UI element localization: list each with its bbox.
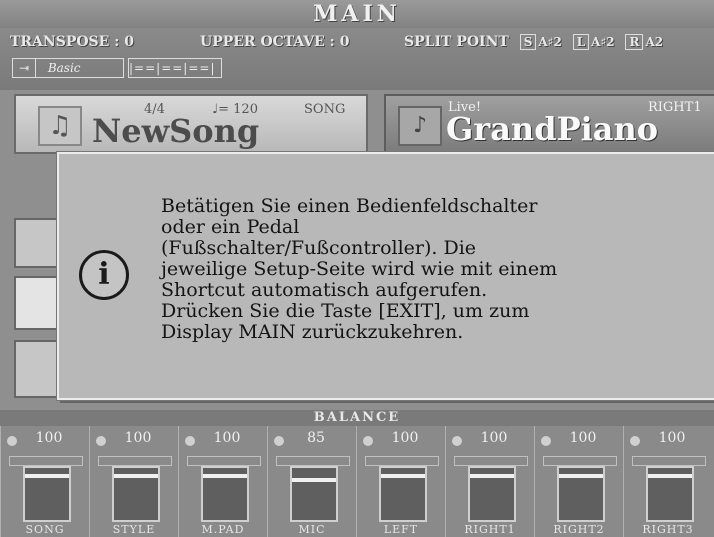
mixer-channel-left[interactable]: 100 LEFT [356, 426, 446, 537]
split-point-label: SPLIT POINT [404, 34, 509, 50]
split-point-readout: SPLIT POINT S A♯2 L A♯2 R A2 [404, 34, 663, 50]
info-icon: i [79, 250, 129, 300]
mixer-channel-right3[interactable]: 100 RIGHT3 [623, 426, 714, 537]
song-panel[interactable]: ♫ 4/4 ♩= 120 SONG NewSong [14, 94, 368, 154]
level-knob-icon [274, 436, 284, 446]
screen-title: MAIN [0, 0, 714, 29]
split-r-tag: R [625, 34, 644, 50]
channel-name: STYLE [112, 523, 156, 536]
fader-track [9, 456, 83, 466]
mixer-channel-style[interactable]: 100 STYLE [89, 426, 179, 537]
level-knob-icon [452, 436, 462, 446]
fader-box[interactable] [290, 466, 338, 522]
mode-segments: |==|==|==| [128, 58, 222, 78]
upper-octave-readout: UPPER OCTAVE : 0 [200, 34, 350, 50]
channel-name: M.PAD [201, 523, 245, 536]
fader-cap[interactable] [559, 474, 603, 478]
channel-value: 100 [658, 430, 686, 446]
dialog-line: Shortcut automatisch aufgerufen. [161, 279, 488, 301]
channel-value: 100 [124, 430, 152, 446]
level-knob-icon [541, 436, 551, 446]
dialog-line: Betätigen Sie einen Bedienfeldschalter [161, 195, 538, 217]
split-l-value: A♯2 [591, 35, 615, 49]
fader-track [276, 456, 350, 466]
left-panel-button-3[interactable] [14, 340, 58, 398]
channel-value: 100 [480, 430, 508, 446]
channel-name: LEFT [383, 523, 419, 536]
fader-track [365, 456, 439, 466]
split-l-tag: L [572, 34, 590, 50]
channel-name: RIGHT2 [553, 523, 605, 536]
fader-track [98, 456, 172, 466]
grand-piano-icon: ♪ [398, 106, 442, 146]
balance-mixer: 100 SONG 100 STYLE 100 M.PAD 85 MIC 100 … [0, 426, 714, 537]
mode-indicator[interactable]: ⇥ Basic [12, 58, 124, 78]
fader-cap[interactable] [292, 478, 336, 482]
mode-label: Basic [47, 61, 81, 75]
dialog-line: jeweilige Setup-Seite wird wie mit einem [161, 258, 558, 280]
mixer-channel-right2[interactable]: 100 RIGHT2 [534, 426, 624, 537]
fader-cap[interactable] [648, 474, 692, 478]
channel-name: RIGHT3 [642, 523, 694, 536]
fader-track [187, 456, 261, 466]
main-screen: MAIN TRANSPOSE : 0 UPPER OCTAVE : 0 SPLI… [0, 0, 714, 537]
split-r-value: A2 [645, 35, 664, 49]
mixer-channel-mpad[interactable]: 100 M.PAD [178, 426, 268, 537]
channel-name: RIGHT1 [464, 523, 516, 536]
level-knob-icon [630, 436, 640, 446]
mixer-channel-mic[interactable]: 85 MIC [267, 426, 357, 537]
transpose-readout: TRANSPOSE : 0 [10, 34, 134, 50]
dialog-line: oder ein Pedal [161, 216, 300, 238]
fader-cap[interactable] [203, 474, 247, 478]
level-knob-icon [96, 436, 106, 446]
song-name: NewSong [92, 112, 260, 150]
fader-track [543, 456, 617, 466]
channel-value: 100 [213, 430, 241, 446]
split-s-tag: S [519, 34, 537, 50]
channel-value: 100 [391, 430, 419, 446]
fader-cap[interactable] [470, 474, 514, 478]
dialog-message: Betätigen Sie einen Bedienfeldschalter o… [161, 196, 681, 343]
info-dialog: i Betätigen Sie einen Bedienfeldschalter… [57, 152, 714, 400]
level-knob-icon [185, 436, 195, 446]
fader-cap[interactable] [381, 474, 425, 478]
song-label: SONG [304, 102, 346, 117]
fader-track [454, 456, 528, 466]
mixer-channel-right1[interactable]: 100 RIGHT1 [445, 426, 535, 537]
dialog-line: Display MAIN zurückzukehren. [161, 321, 464, 343]
channel-value: 100 [569, 430, 597, 446]
fader-cap[interactable] [114, 474, 158, 478]
channel-name: SONG [25, 523, 65, 536]
music-note-icon: ♫ [38, 106, 82, 146]
level-knob-icon [7, 436, 17, 446]
left-panel-button-1[interactable] [14, 218, 58, 268]
fader-cap[interactable] [25, 474, 69, 478]
channel-value: 100 [35, 430, 63, 446]
split-s-value: A♯2 [538, 35, 562, 49]
fader-track [632, 456, 706, 466]
balance-title: BALANCE [0, 410, 714, 426]
left-panel-button-2[interactable] [14, 276, 58, 330]
voice-name: GrandPiano [446, 110, 659, 148]
dialog-line: Drücken Sie die Taste [EXIT], um zum [161, 300, 530, 322]
level-knob-icon [363, 436, 373, 446]
right-arrow-icon: ⇥ [13, 59, 36, 77]
dialog-line: (Fußschalter/Fußcontroller). Die [161, 237, 477, 259]
channel-name: MIC [298, 523, 326, 536]
mixer-channel-song[interactable]: 100 SONG [0, 426, 90, 537]
channel-value: 85 [307, 430, 325, 446]
voice-panel[interactable]: ♪ Live! RIGHT1 GrandPiano [384, 94, 714, 154]
